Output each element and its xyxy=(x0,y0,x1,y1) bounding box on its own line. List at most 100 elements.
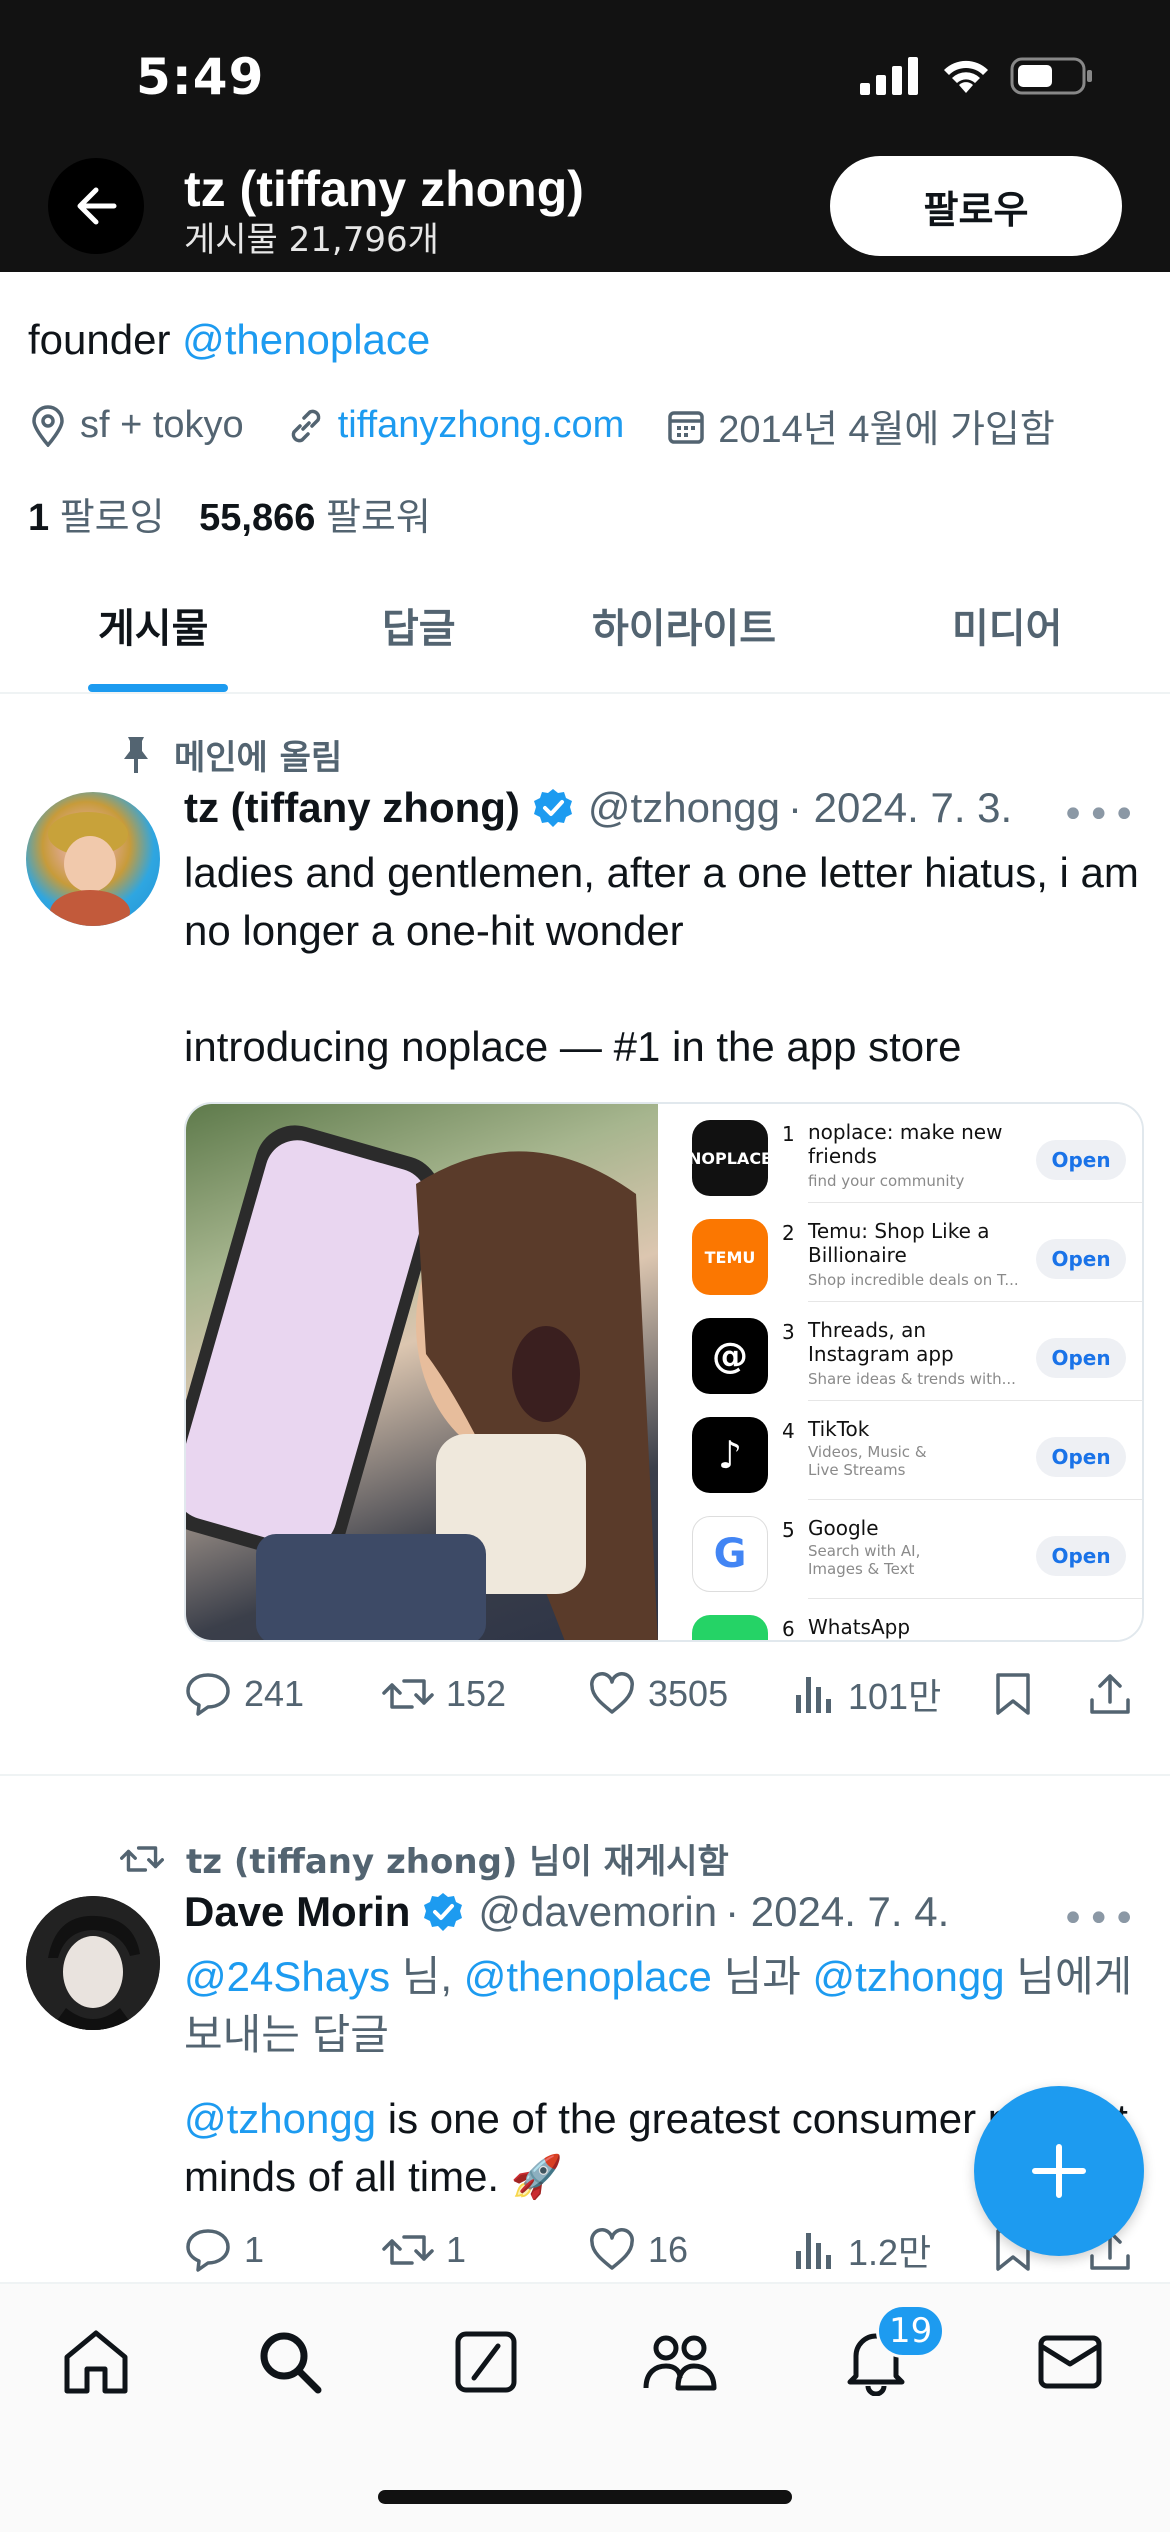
tiktok-app-icon: ♪ xyxy=(692,1417,768,1493)
communities-icon xyxy=(643,2335,717,2391)
temu-app-icon: TEMU xyxy=(692,1219,768,1295)
tab-highlights[interactable]: 하이라이트 xyxy=(592,596,776,654)
follow-button[interactable]: 팔로우 xyxy=(830,156,1122,256)
share-button[interactable] xyxy=(1088,1672,1132,1716)
app-subtitle: find your community xyxy=(808,1172,965,1190)
more-options-icon[interactable]: ••• xyxy=(1061,1896,1138,1942)
reply-to-text: 님, xyxy=(390,1953,464,2000)
grok-icon xyxy=(455,2331,517,2393)
repost-count: 152 xyxy=(446,1673,507,1714)
threads-app-icon: @ xyxy=(692,1318,768,1394)
reply-button[interactable]: 241 xyxy=(184,1671,382,1717)
tweet-text: ladies and gentlemen, after a one letter… xyxy=(184,844,1144,1076)
nav-home[interactable] xyxy=(56,2322,136,2402)
following-label[interactable]: 팔로잉 xyxy=(60,497,165,539)
tweet-author-name[interactable]: Dave Morin xyxy=(184,1888,410,1936)
share-icon xyxy=(1090,1674,1130,1714)
battery-icon xyxy=(1010,57,1092,95)
tweet-actions: 241 152 3505 101만 xyxy=(184,1668,1144,1720)
tab-active-indicator xyxy=(88,684,228,692)
app-subtitle: Search with AI, Images & Text xyxy=(808,1542,921,1578)
tweet-media[interactable]: NOPLACE 1 noplace: make new friends find… xyxy=(184,1102,1144,1642)
tab-replies[interactable]: 답글 xyxy=(382,596,456,654)
app-subtitle: Share ideas & trends with... xyxy=(808,1370,1016,1388)
tweet-author-name[interactable]: tz (tiffany zhong) xyxy=(184,784,520,832)
app-rank: 4 xyxy=(782,1419,795,1443)
mention-link[interactable]: @24Shays xyxy=(184,1953,390,2000)
like-count: 16 xyxy=(648,2229,689,2270)
pinned-label: 메인에 올림 xyxy=(174,738,343,778)
view-count: 1.2만 xyxy=(848,2232,932,2273)
tweet-date[interactable]: · 2024. 7. 4. xyxy=(725,1888,949,1936)
pinned-context: 메인에 올림 xyxy=(120,730,342,779)
tweet-author-handle[interactable]: @tzhongg xyxy=(588,784,780,832)
followers-count[interactable]: 55,866 xyxy=(199,497,315,539)
like-button[interactable]: 3505 xyxy=(588,1672,794,1716)
app-name: TikTok xyxy=(808,1417,870,1441)
calendar-icon xyxy=(668,410,705,444)
link-icon xyxy=(291,409,320,442)
media-photo xyxy=(186,1104,658,1640)
google-app-icon: G xyxy=(692,1516,768,1592)
nav-messages[interactable] xyxy=(1030,2322,1110,2402)
reply-count: 241 xyxy=(244,1673,305,1714)
avatar[interactable] xyxy=(26,792,160,926)
location-text: sf + tokyo xyxy=(80,404,244,446)
mention-link[interactable]: @tzhongg xyxy=(184,2095,376,2142)
reply-to-line: @24Shays 님, @thenoplace 님과 @tzhongg 님에게 … xyxy=(184,1948,1144,2064)
tweet-date[interactable]: · 2024. 7. 3. xyxy=(788,784,1012,832)
tweet-header: tz (tiffany zhong) @tzhongg · 2024. 7. 3… xyxy=(184,784,1012,832)
repost-icon xyxy=(382,2235,434,2265)
home-indicator xyxy=(378,2490,792,2504)
tab-posts[interactable]: 게시물 xyxy=(98,596,208,654)
reply-icon xyxy=(186,2229,230,2272)
app-row: 6 WhatsApp Messenger xyxy=(658,1599,1142,1640)
app-open-button: Open xyxy=(1036,1140,1126,1180)
repost-context-label[interactable]: tz (tiffany zhong) 님이 재게시함 xyxy=(186,1834,729,1883)
divider xyxy=(0,1774,1170,1776)
location-pin-icon xyxy=(32,404,64,447)
bookmark-button[interactable] xyxy=(994,1671,1088,1717)
avatar-image xyxy=(48,812,130,926)
app-name: Threads, an Instagram app xyxy=(808,1318,954,1366)
website-link[interactable]: tiffanyzhong.com xyxy=(338,404,625,447)
tab-media[interactable]: 미디어 xyxy=(952,596,1062,654)
app-row: G 5 Google Search with AI, Images & Text… xyxy=(658,1500,1142,1599)
views-button[interactable]: 101만 xyxy=(794,1668,994,1720)
nav-grok[interactable] xyxy=(446,2322,526,2402)
pin-icon xyxy=(124,736,148,773)
app-open-button: Open xyxy=(1036,1536,1126,1576)
reply-button[interactable]: 1 xyxy=(184,2227,382,2273)
app-row: TEMU 2 Temu: Shop Like a Billionaire Sho… xyxy=(658,1203,1142,1302)
website[interactable]: tiffanyzhong.com xyxy=(286,404,625,447)
back-button[interactable] xyxy=(48,158,144,254)
repost-icon xyxy=(120,1845,164,1872)
tweet-text-line: ladies and gentlemen, after a one letter… xyxy=(184,849,1139,954)
tweet-header: Dave Morin @davemorin · 2024. 7. 4. xyxy=(184,1888,949,1936)
views-button[interactable]: 1.2만 xyxy=(794,2224,994,2276)
nav-communities[interactable] xyxy=(640,2322,720,2402)
location: sf + tokyo xyxy=(28,404,244,447)
app-rank: 3 xyxy=(782,1320,795,1344)
avatar[interactable] xyxy=(26,1896,160,2030)
nav-search[interactable] xyxy=(250,2322,330,2402)
profile-tabs: 게시물 답글 하이라이트 미디어 xyxy=(0,560,1170,694)
profile-bio: founder @thenoplace xyxy=(28,316,430,364)
app-name: Google xyxy=(808,1516,879,1540)
repost-button[interactable]: 1 xyxy=(382,2229,588,2271)
app-row: ♪ 4 TikTok Videos, Music & Live Streams … xyxy=(658,1401,1142,1500)
mention-link[interactable]: @tzhongg xyxy=(813,1953,1005,2000)
verified-badge-icon xyxy=(424,1893,463,1931)
mention-link[interactable]: @thenoplace xyxy=(464,1953,712,2000)
more-options-icon[interactable]: ••• xyxy=(1061,792,1138,838)
like-button[interactable]: 16 xyxy=(588,2228,794,2272)
following-count[interactable]: 1 xyxy=(28,497,49,539)
arrow-left-icon xyxy=(77,187,117,225)
tweet-author-handle[interactable]: @davemorin xyxy=(478,1888,717,1936)
mail-icon xyxy=(1038,2335,1102,2389)
bio-link[interactable]: @thenoplace xyxy=(182,316,430,363)
app-subtitle: Shop incredible deals on T... xyxy=(808,1271,1018,1289)
followers-label[interactable]: 팔로워 xyxy=(326,497,431,539)
compose-button[interactable] xyxy=(974,2086,1144,2256)
repost-button[interactable]: 152 xyxy=(382,1673,588,1715)
